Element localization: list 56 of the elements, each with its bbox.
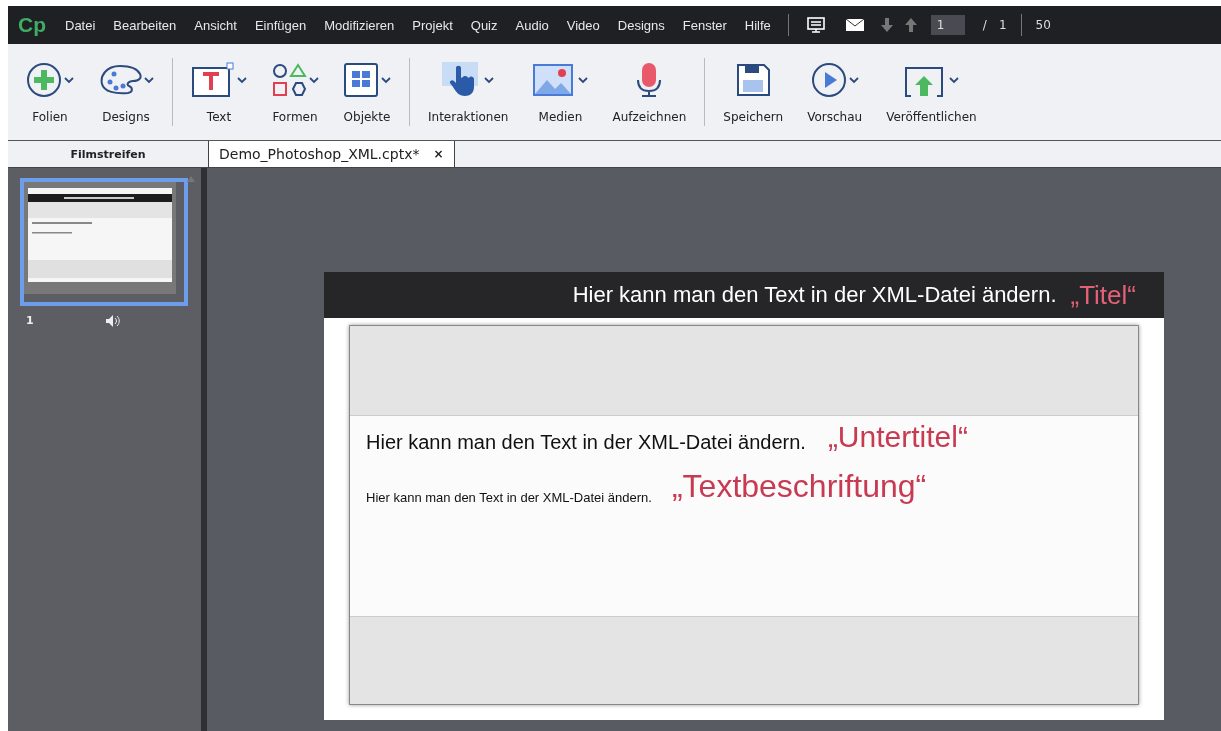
toolbar-button[interactable]: Folien <box>14 44 86 140</box>
toolbar-button[interactable]: Veröffentlichen <box>874 44 989 140</box>
caret-icon <box>381 76 391 84</box>
zoom-level: 50 <box>1035 18 1051 32</box>
menu-item[interactable]: Datei <box>56 17 105 33</box>
toolbar-button[interactable]: Speichern <box>711 44 796 140</box>
toolbar-button[interactable]: Aufzeichnen <box>600 44 699 140</box>
menu-item[interactable]: Hilfe <box>735 17 780 33</box>
caret-icon <box>848 76 859 84</box>
slide-number: 1 <box>26 314 34 327</box>
caret-icon <box>64 76 74 84</box>
menu-item[interactable]: Ansicht <box>185 17 246 33</box>
text-box-icon <box>191 62 235 98</box>
close-button[interactable]: × <box>433 147 444 161</box>
grid-icon <box>343 62 379 98</box>
arrow-up-icon[interactable] <box>904 18 917 32</box>
plus-icon <box>26 62 62 98</box>
slide-caption: Hier kann man den Text in der XML-Datei ändern. <box>366 490 652 505</box>
menu-item[interactable]: Audio <box>506 17 558 33</box>
slide-separator: / <box>982 18 987 32</box>
slide-thumbnail[interactable] <box>20 178 188 306</box>
toolbar-button[interactable]: Designs <box>86 44 166 140</box>
annotation-label: „Titel“ <box>1070 279 1136 311</box>
menu-item[interactable]: Einfügen <box>245 17 316 33</box>
document-tab[interactable]: Demo_Photoshop_XML.cptx* × <box>209 141 455 167</box>
menu-item[interactable]: Modifizieren <box>315 17 404 33</box>
menu-item[interactable]: Projekt <box>403 17 462 33</box>
menu-item[interactable]: Fenster <box>673 17 736 33</box>
slide-total: 1 <box>998 18 1007 32</box>
toolbar-button[interactable]: Objekte <box>331 44 403 140</box>
menu-item[interactable]: Quiz <box>461 17 507 33</box>
menu-item[interactable]: Bearbeiten <box>104 17 186 33</box>
annotation-label: „Untertitel“ <box>827 420 968 454</box>
toolbar-button[interactable]: Medien <box>520 44 601 140</box>
caret-icon <box>949 76 960 84</box>
slide-number-field[interactable]: 1 <box>930 15 965 35</box>
menu-item[interactable]: Video <box>557 17 609 33</box>
app-logo: Cp <box>18 13 46 37</box>
caret-icon <box>144 76 154 84</box>
toolbar-button[interactable]: Interaktionen <box>416 44 521 140</box>
annotation-label: „Textbeschriftung“ <box>671 468 927 505</box>
play-icon <box>810 62 847 98</box>
caret-icon <box>578 76 589 84</box>
toolbar-button[interactable]: Vorschau <box>795 44 875 140</box>
slide-title: Hier kann man den Text in der XML-Datei ändern. <box>572 282 1057 308</box>
toolbar-button[interactable]: Formen <box>259 44 331 140</box>
caret-icon <box>237 76 247 84</box>
caret-icon <box>484 76 495 84</box>
toolbar-button[interactable]: Text <box>179 44 259 140</box>
mail-icon[interactable] <box>844 18 865 32</box>
arrow-down-icon[interactable] <box>880 18 893 32</box>
menu-item[interactable]: Designs <box>608 17 674 33</box>
shapes-icon <box>271 62 307 98</box>
caret-icon <box>309 76 319 84</box>
slide-subtitle: Hier kann man den Text in der XML-Datei ändern. <box>366 431 806 454</box>
presentation-icon[interactable] <box>806 17 825 33</box>
